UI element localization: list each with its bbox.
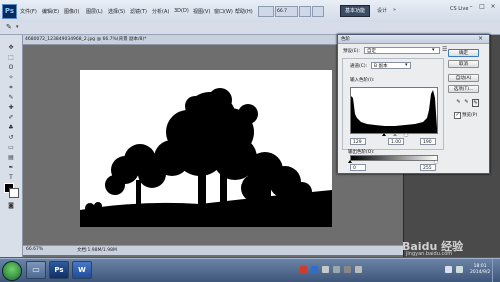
tray-app-icon[interactable] [311, 266, 318, 273]
menu-window[interactable]: 窗口(W) [214, 8, 233, 15]
word-taskbar-button[interactable]: W [72, 261, 92, 279]
channel-dropdown-icon[interactable]: ▾ [405, 62, 408, 68]
move-tool-icon[interactable]: ✥ [3, 43, 19, 52]
input-black-field[interactable]: 129 [350, 138, 366, 145]
ok-button[interactable]: 确定 [448, 49, 479, 57]
preview-checkbox[interactable]: ✓ [454, 112, 461, 119]
menu-3d[interactable]: 3D(D) [174, 8, 189, 14]
input-white-slider[interactable] [404, 133, 408, 136]
black-point-eyedropper-icon[interactable]: ✎ [456, 99, 461, 105]
workspace-essentials-button[interactable]: 基本功能 [340, 5, 371, 17]
clock-date: 2014/9/2 [470, 270, 491, 275]
marquee-tool-icon[interactable]: ⬚ [3, 53, 19, 62]
preset-dropdown-icon[interactable]: ▾ [432, 47, 435, 53]
eraser-tool-icon[interactable]: ▭ [3, 143, 19, 152]
menu-analysis[interactable]: 分析(A) [152, 8, 169, 15]
windows-taskbar: ▭ Ps W 18:01 2014/9/2 [0, 258, 500, 282]
histogram [350, 87, 438, 134]
history-brush-tool-icon[interactable]: ↺ [3, 133, 19, 142]
menu-image[interactable]: 图像(I) [64, 8, 79, 15]
tray-keyboard-icon[interactable] [344, 266, 351, 273]
options-button[interactable]: 选项(T)... [448, 85, 479, 93]
tool-preset-dropdown[interactable]: ▾ [16, 24, 19, 30]
start-button[interactable] [2, 261, 22, 281]
menu-file[interactable]: 文件(F) [20, 8, 37, 15]
image-canvas[interactable] [80, 70, 332, 227]
menu-edit[interactable]: 编辑(E) [42, 8, 59, 15]
workspace-more-icon[interactable]: » [393, 7, 396, 13]
output-white-slider[interactable] [434, 160, 438, 163]
input-method-icon[interactable] [300, 266, 307, 273]
zoom-box[interactable]: 66.7 [275, 6, 298, 17]
document-tab-title: 4680072_123849034968_2.jpg @ 66.7%(背景 副本… [25, 37, 147, 42]
show-desktop-button[interactable] [492, 259, 500, 282]
brush-tool-icon[interactable]: ✐ [3, 113, 19, 122]
tray-mic-icon[interactable] [322, 266, 329, 273]
white-point-eyedropper-icon[interactable]: ✎ [472, 99, 479, 107]
dialog-title: 色阶 [341, 37, 350, 42]
type-tool-icon[interactable]: T [3, 173, 19, 182]
output-black-field[interactable]: 0 [350, 164, 366, 171]
menu-help[interactable]: 帮助(H) [235, 8, 253, 15]
zoom-readout[interactable]: 66.67% [26, 247, 43, 252]
minimize-icon[interactable]: – [466, 3, 476, 11]
gray-point-eyedropper-icon[interactable]: ✎ [464, 99, 469, 105]
menu-bar: Ps 文件(F) 编辑(E) 图像(I) 图层(L) 选择(S) 滤镜(T) 分… [0, 0, 500, 23]
bridge-button[interactable] [258, 6, 274, 17]
input-gamma-slider[interactable] [393, 133, 397, 136]
quick-select-tool-icon[interactable]: ✧ [3, 73, 19, 82]
output-gradient [350, 155, 438, 161]
output-white-field[interactable]: 255 [420, 164, 436, 171]
preset-label: 预设(E): [343, 49, 360, 54]
doc-info: 文档:1.98M/1.98M [77, 248, 117, 253]
eyedropper-icon[interactable]: ✎ [6, 23, 12, 31]
eyedropper-tool-icon[interactable]: ✎ [3, 93, 19, 102]
explorer-taskbar-icon[interactable]: ▭ [26, 261, 46, 279]
menu-view[interactable]: 视图(V) [193, 8, 210, 15]
lasso-tool-icon[interactable]: ʘ [3, 63, 19, 72]
clone-stamp-tool-icon[interactable]: ♣ [3, 123, 19, 132]
channel-label: 通道(C): [350, 64, 368, 69]
view-extras-button[interactable] [299, 6, 311, 17]
healing-brush-tool-icon[interactable]: ✚ [3, 103, 19, 112]
system-clock[interactable]: 18:01 2014/9/2 [470, 264, 490, 276]
menu-filter[interactable]: 滤镜(T) [130, 8, 147, 15]
dialog-close-icon[interactable]: × [478, 35, 483, 42]
cancel-button[interactable]: 取消 [448, 60, 479, 68]
preset-select[interactable]: 自定 [364, 47, 440, 54]
levels-dialog: 色阶 × 预设(E): 自定 ▾ ☰ 通道(C): B 副本 ▾ 输入色阶(I)… [337, 34, 490, 174]
photoshop-taskbar-button[interactable]: Ps [49, 261, 69, 279]
status-bar: 66.67% 文档:1.98M/1.98M [23, 245, 403, 255]
output-black-slider[interactable] [348, 160, 352, 163]
tray-settings-icon[interactable] [333, 266, 340, 273]
arrange-docs-button[interactable] [312, 6, 324, 17]
menu-layer[interactable]: 图层(L) [86, 8, 103, 15]
watermark-url: jingyan.baidu.com [406, 251, 453, 257]
quick-mask-icon[interactable]: ◙ [3, 201, 19, 210]
close-icon[interactable]: × [488, 3, 498, 11]
photoshop-logo: Ps [2, 4, 17, 19]
input-white-field[interactable]: 190 [420, 138, 436, 145]
histogram-graph [351, 90, 437, 133]
network-icon[interactable] [445, 266, 452, 273]
menu-select[interactable]: 选择(S) [108, 8, 125, 15]
preset-options-icon[interactable]: ☰ [442, 46, 447, 53]
auto-button[interactable]: 自动(A) [448, 74, 479, 82]
input-black-slider[interactable] [382, 133, 386, 136]
preview-label: 预览(P) [462, 113, 478, 118]
gradient-tool-icon[interactable]: ▤ [3, 153, 19, 162]
background-color-swatch[interactable] [9, 188, 19, 198]
dialog-titlebar: 色阶 × [338, 35, 489, 44]
maximize-icon[interactable]: □ [477, 3, 487, 11]
tree-silhouette-image [80, 70, 332, 227]
workspace-design-link[interactable]: 设计 [377, 7, 387, 14]
input-levels-label: 输入色阶(I): [350, 78, 375, 83]
tray-tool-icon[interactable] [355, 266, 362, 273]
pen-tool-icon[interactable]: ✒ [3, 163, 19, 172]
input-gamma-field[interactable]: 1.00 [388, 138, 404, 145]
volume-icon[interactable] [456, 266, 463, 273]
tools-panel: ✥ ⬚ ʘ ✧ ⌗ ✎ ✚ ✐ ♣ ↺ ▭ ▤ ✒ T ◙ [0, 35, 23, 257]
crop-tool-icon[interactable]: ⌗ [3, 83, 19, 92]
